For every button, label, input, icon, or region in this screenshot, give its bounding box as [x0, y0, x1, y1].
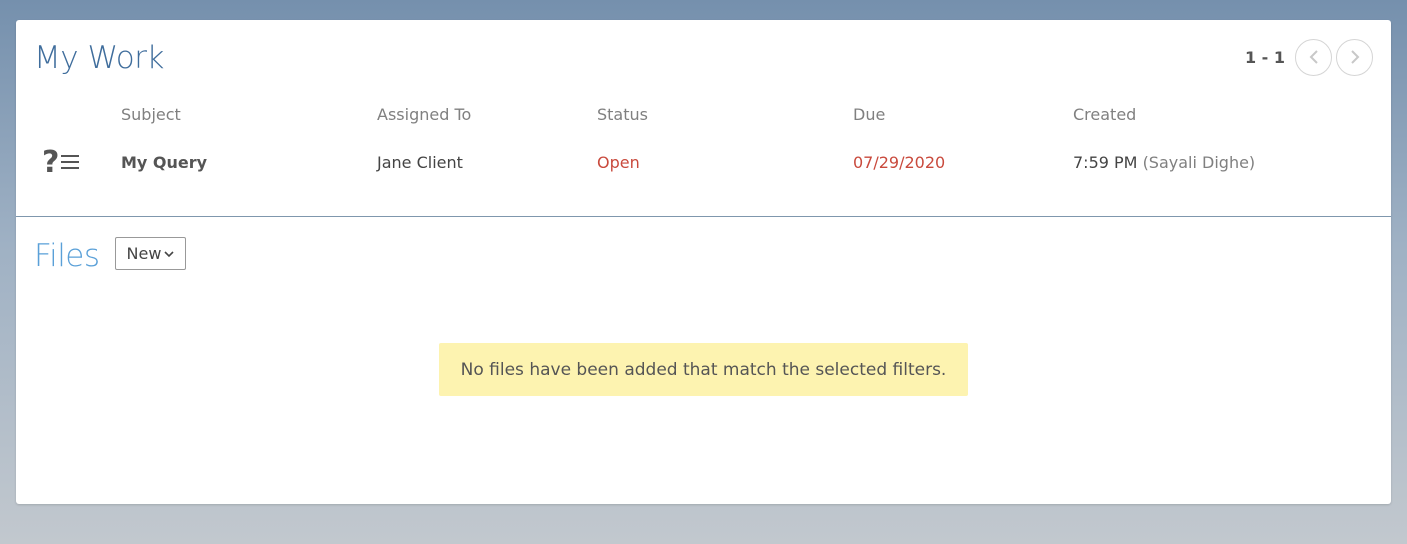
query-list-icon: ? — [42, 145, 79, 178]
next-page-button[interactable] — [1336, 38, 1373, 76]
empty-files-message: No files have been added that match the … — [439, 343, 968, 396]
pager: 1 - 1 — [1245, 38, 1373, 76]
my-work-title: My Work — [34, 40, 164, 76]
prev-page-button[interactable] — [1295, 38, 1332, 76]
column-header-subject[interactable]: Subject — [121, 105, 181, 124]
due-date-cell: 07/29/2020 — [853, 153, 946, 172]
chevron-down-icon — [164, 250, 175, 257]
created-by: (Sayali Dighe) — [1142, 153, 1256, 172]
column-header-created[interactable]: Created — [1073, 105, 1136, 124]
new-button-label: New — [126, 244, 162, 263]
main-card: My Work 1 - 1 Subject Assigned To Status… — [16, 20, 1391, 504]
files-title: Files — [34, 238, 100, 274]
svg-text:?: ? — [42, 145, 59, 178]
assigned-to-cell: Jane Client — [377, 153, 463, 172]
status-cell: Open — [597, 153, 640, 172]
new-file-dropdown-button[interactable]: New — [115, 237, 186, 270]
column-header-status[interactable]: Status — [597, 105, 648, 124]
column-header-due[interactable]: Due — [853, 105, 885, 124]
subject-link[interactable]: My Query — [121, 153, 207, 172]
column-header-assigned-to[interactable]: Assigned To — [377, 105, 471, 124]
created-cell: 7:59 PM (Sayali Dighe) — [1073, 153, 1255, 172]
my-work-section: My Work 1 - 1 Subject Assigned To Status… — [16, 20, 1391, 217]
chevron-left-icon — [1309, 50, 1318, 64]
chevron-right-icon — [1350, 50, 1359, 64]
created-time: 7:59 PM — [1073, 153, 1138, 172]
pager-range: 1 - 1 — [1244, 47, 1285, 67]
